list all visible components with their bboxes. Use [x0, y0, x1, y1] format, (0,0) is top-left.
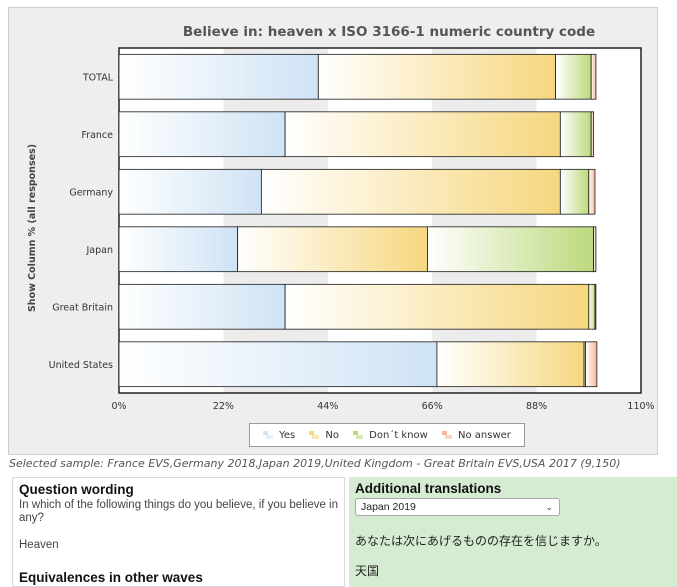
y-tick-label: United States [49, 360, 113, 371]
bar-total-no-answer [590, 53, 597, 100]
bar-great-britain-yes [118, 283, 286, 330]
bar-germany-no [260, 168, 561, 215]
grid-band [432, 48, 537, 393]
additional-translations-title: Additional translations [355, 481, 502, 496]
legend-item-no[interactable]: No [309, 430, 339, 441]
y-axis-label: Show Column % (all responses) [27, 144, 38, 312]
bar-france-no [284, 111, 561, 158]
chevron-down-icon: ⌄ [545, 502, 553, 512]
additional-translations-panel: Additional translations Japan 2019 ⌄ あなた… [349, 477, 677, 587]
bar-total-yes [118, 53, 319, 100]
legend-item-yes[interactable]: Yes [263, 430, 295, 441]
grid-band [223, 48, 328, 393]
y-tick-label: Great Britain [52, 302, 113, 313]
bar-united-states-no [436, 341, 585, 388]
bar-total-no [317, 53, 556, 100]
bar-great-britain-don-t-know [588, 283, 596, 330]
bar-united-states-yes [118, 341, 438, 388]
x-tick-label: 88% [526, 401, 547, 412]
legend-swatch-no-icon [309, 430, 320, 441]
legend-label-yes: Yes [279, 429, 296, 441]
y-tick-label: Germany [69, 187, 113, 198]
bar-germany-no-answer [588, 168, 596, 215]
x-tick-label: 110% [627, 401, 654, 412]
bar-japan-no-answer [593, 226, 597, 273]
translation-select-value: Japan 2019 [361, 501, 416, 513]
translation-select[interactable]: Japan 2019 ⌄ [355, 498, 560, 516]
question-wording-title: Question wording [19, 482, 134, 497]
chart-panel: Believe in: heaven x ISO 3166-1 numeric … [8, 7, 658, 455]
legend-item-dont-know[interactable]: Don´t know [353, 430, 428, 441]
bar-great-britain-no [284, 283, 590, 330]
bar-total-don-t-know [555, 53, 592, 100]
plot-area [119, 48, 641, 393]
bar-japan-don-t-know [427, 226, 594, 273]
translated-question-text: あなたは次にあげるものの存在を信じますか。 [355, 534, 607, 548]
legend-swatch-no-answer-icon [442, 430, 453, 441]
bar-france-yes [118, 111, 286, 158]
legend-label-no-answer: No answer [458, 429, 511, 441]
bar-germany-yes [118, 168, 262, 215]
x-tick-label: 0% [111, 401, 126, 412]
bar-germany-don-t-know [559, 168, 590, 215]
question-text: In which of the following things do you … [19, 499, 339, 524]
y-tick-label: Japan [86, 245, 114, 256]
bar-japan-no [237, 226, 428, 273]
legend-label-no: No [325, 429, 339, 441]
legend-swatch-dont-know-icon [353, 430, 364, 441]
selected-sample-text: Selected sample: France EVS,Germany 2018… [9, 457, 621, 470]
translated-answer-text: 天国 [355, 564, 380, 578]
y-tick-label: France [81, 130, 113, 141]
y-tick-label: TOTAL [82, 72, 114, 83]
bar-japan-yes [118, 226, 239, 273]
legend-swatch-yes-icon [263, 430, 274, 441]
question-wording-panel: Question wording In which of the followi… [12, 477, 345, 587]
bar-chart: Believe in: heaven x ISO 3166-1 numeric … [27, 24, 655, 412]
bar-france-no-answer [590, 111, 594, 158]
legend-label-dont-know: Don´t know [369, 429, 428, 441]
chart-title: Believe in: heaven x ISO 3166-1 numeric … [183, 24, 595, 40]
bar-france-don-t-know [559, 111, 592, 158]
question-answer: Heaven [19, 539, 59, 551]
x-tick-label: 66% [422, 401, 443, 412]
bar-great-britain-no-answer [594, 283, 597, 330]
legend-item-no-answer[interactable]: No answer [442, 430, 511, 441]
chart-legend: Yes No Don´t know No answer [249, 423, 525, 447]
bar-united-states-no-answer [585, 341, 598, 388]
x-tick-label: 22% [213, 401, 234, 412]
x-tick-label: 44% [317, 401, 338, 412]
